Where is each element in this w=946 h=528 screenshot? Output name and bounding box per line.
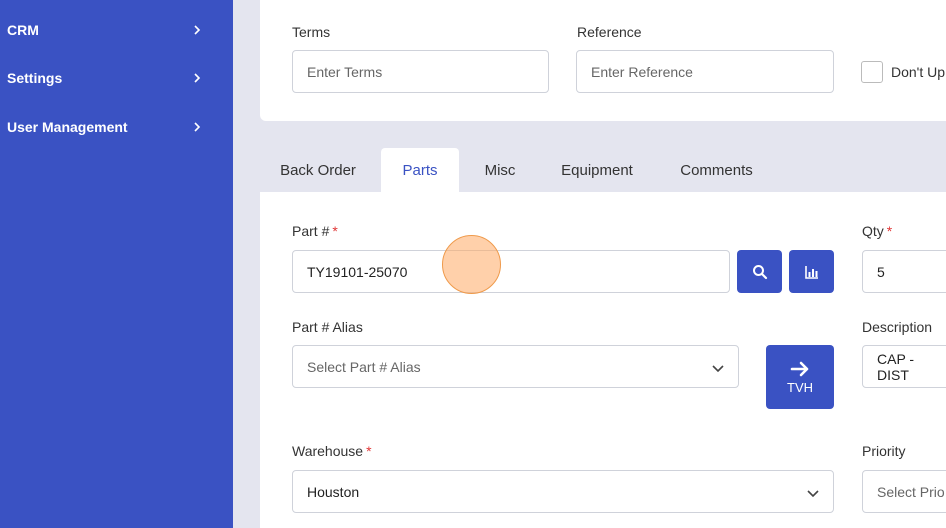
sidebar-item-crm[interactable]: CRM bbox=[0, 15, 233, 45]
required-mark: * bbox=[886, 223, 893, 239]
chevron-right-icon bbox=[194, 73, 201, 83]
part-alias-placeholder: Select Part # Alias bbox=[307, 358, 421, 375]
priority-select[interactable]: Select Prio bbox=[862, 470, 946, 513]
tab-back-order[interactable]: Back Order bbox=[270, 148, 366, 192]
tab-comments[interactable]: Comments bbox=[670, 148, 763, 192]
sidebar-item-user-management[interactable]: User Management bbox=[0, 112, 233, 142]
priority-label: Priority bbox=[862, 443, 906, 459]
sidebar-item-settings[interactable]: Settings bbox=[0, 63, 233, 93]
bar-chart-icon bbox=[804, 265, 818, 279]
part-number-input[interactable]: TY19101-25070 bbox=[292, 250, 730, 293]
tvh-button[interactable]: TVH bbox=[766, 345, 834, 409]
chevron-down-icon bbox=[712, 365, 724, 373]
description-input[interactable]: CAP - DIST bbox=[862, 345, 946, 388]
tvh-button-label: TVH bbox=[787, 379, 813, 395]
sidebar-item-label: User Management bbox=[7, 119, 128, 135]
description-label: Description bbox=[862, 319, 933, 335]
sidebar: CRM Settings User Management bbox=[0, 0, 233, 528]
part-search-button[interactable] bbox=[737, 250, 782, 293]
warehouse-select[interactable]: Houston bbox=[292, 470, 834, 513]
part-alias-label: Part # Alias bbox=[292, 319, 363, 335]
part-number-label-text: Part # bbox=[292, 223, 330, 239]
terms-input[interactable]: Enter Terms bbox=[292, 50, 549, 93]
tab-parts[interactable]: Parts bbox=[381, 148, 459, 192]
warehouse-label-text: Warehouse bbox=[292, 443, 364, 459]
chevron-down-icon bbox=[807, 490, 819, 498]
dont-update-label: Don't Up bbox=[891, 64, 946, 80]
qty-label-text: Qty bbox=[862, 223, 884, 239]
reference-input[interactable]: Enter Reference bbox=[576, 50, 834, 93]
reference-label: Reference bbox=[577, 24, 642, 40]
tab-misc[interactable]: Misc bbox=[474, 148, 526, 192]
part-number-label: Part # * bbox=[292, 223, 338, 239]
required-mark: * bbox=[332, 223, 338, 239]
click-indicator bbox=[442, 235, 501, 294]
part-alias-select[interactable]: Select Part # Alias bbox=[292, 345, 739, 388]
chevron-right-icon bbox=[194, 122, 201, 132]
qty-label: Qty * bbox=[862, 223, 892, 239]
part-chart-button[interactable] bbox=[789, 250, 834, 293]
sidebar-item-label: CRM bbox=[7, 22, 39, 38]
qty-input[interactable]: 5 bbox=[862, 250, 946, 293]
terms-label: Terms bbox=[292, 24, 331, 40]
arrow-right-icon bbox=[790, 361, 809, 376]
tab-equipment[interactable]: Equipment bbox=[549, 148, 645, 192]
search-icon bbox=[752, 264, 767, 279]
warehouse-label: Warehouse * bbox=[292, 443, 372, 459]
chevron-right-icon bbox=[194, 25, 201, 35]
dont-update-checkbox[interactable] bbox=[861, 61, 883, 83]
required-mark: * bbox=[366, 443, 372, 459]
warehouse-value: Houston bbox=[307, 483, 360, 500]
sidebar-item-label: Settings bbox=[7, 70, 63, 86]
